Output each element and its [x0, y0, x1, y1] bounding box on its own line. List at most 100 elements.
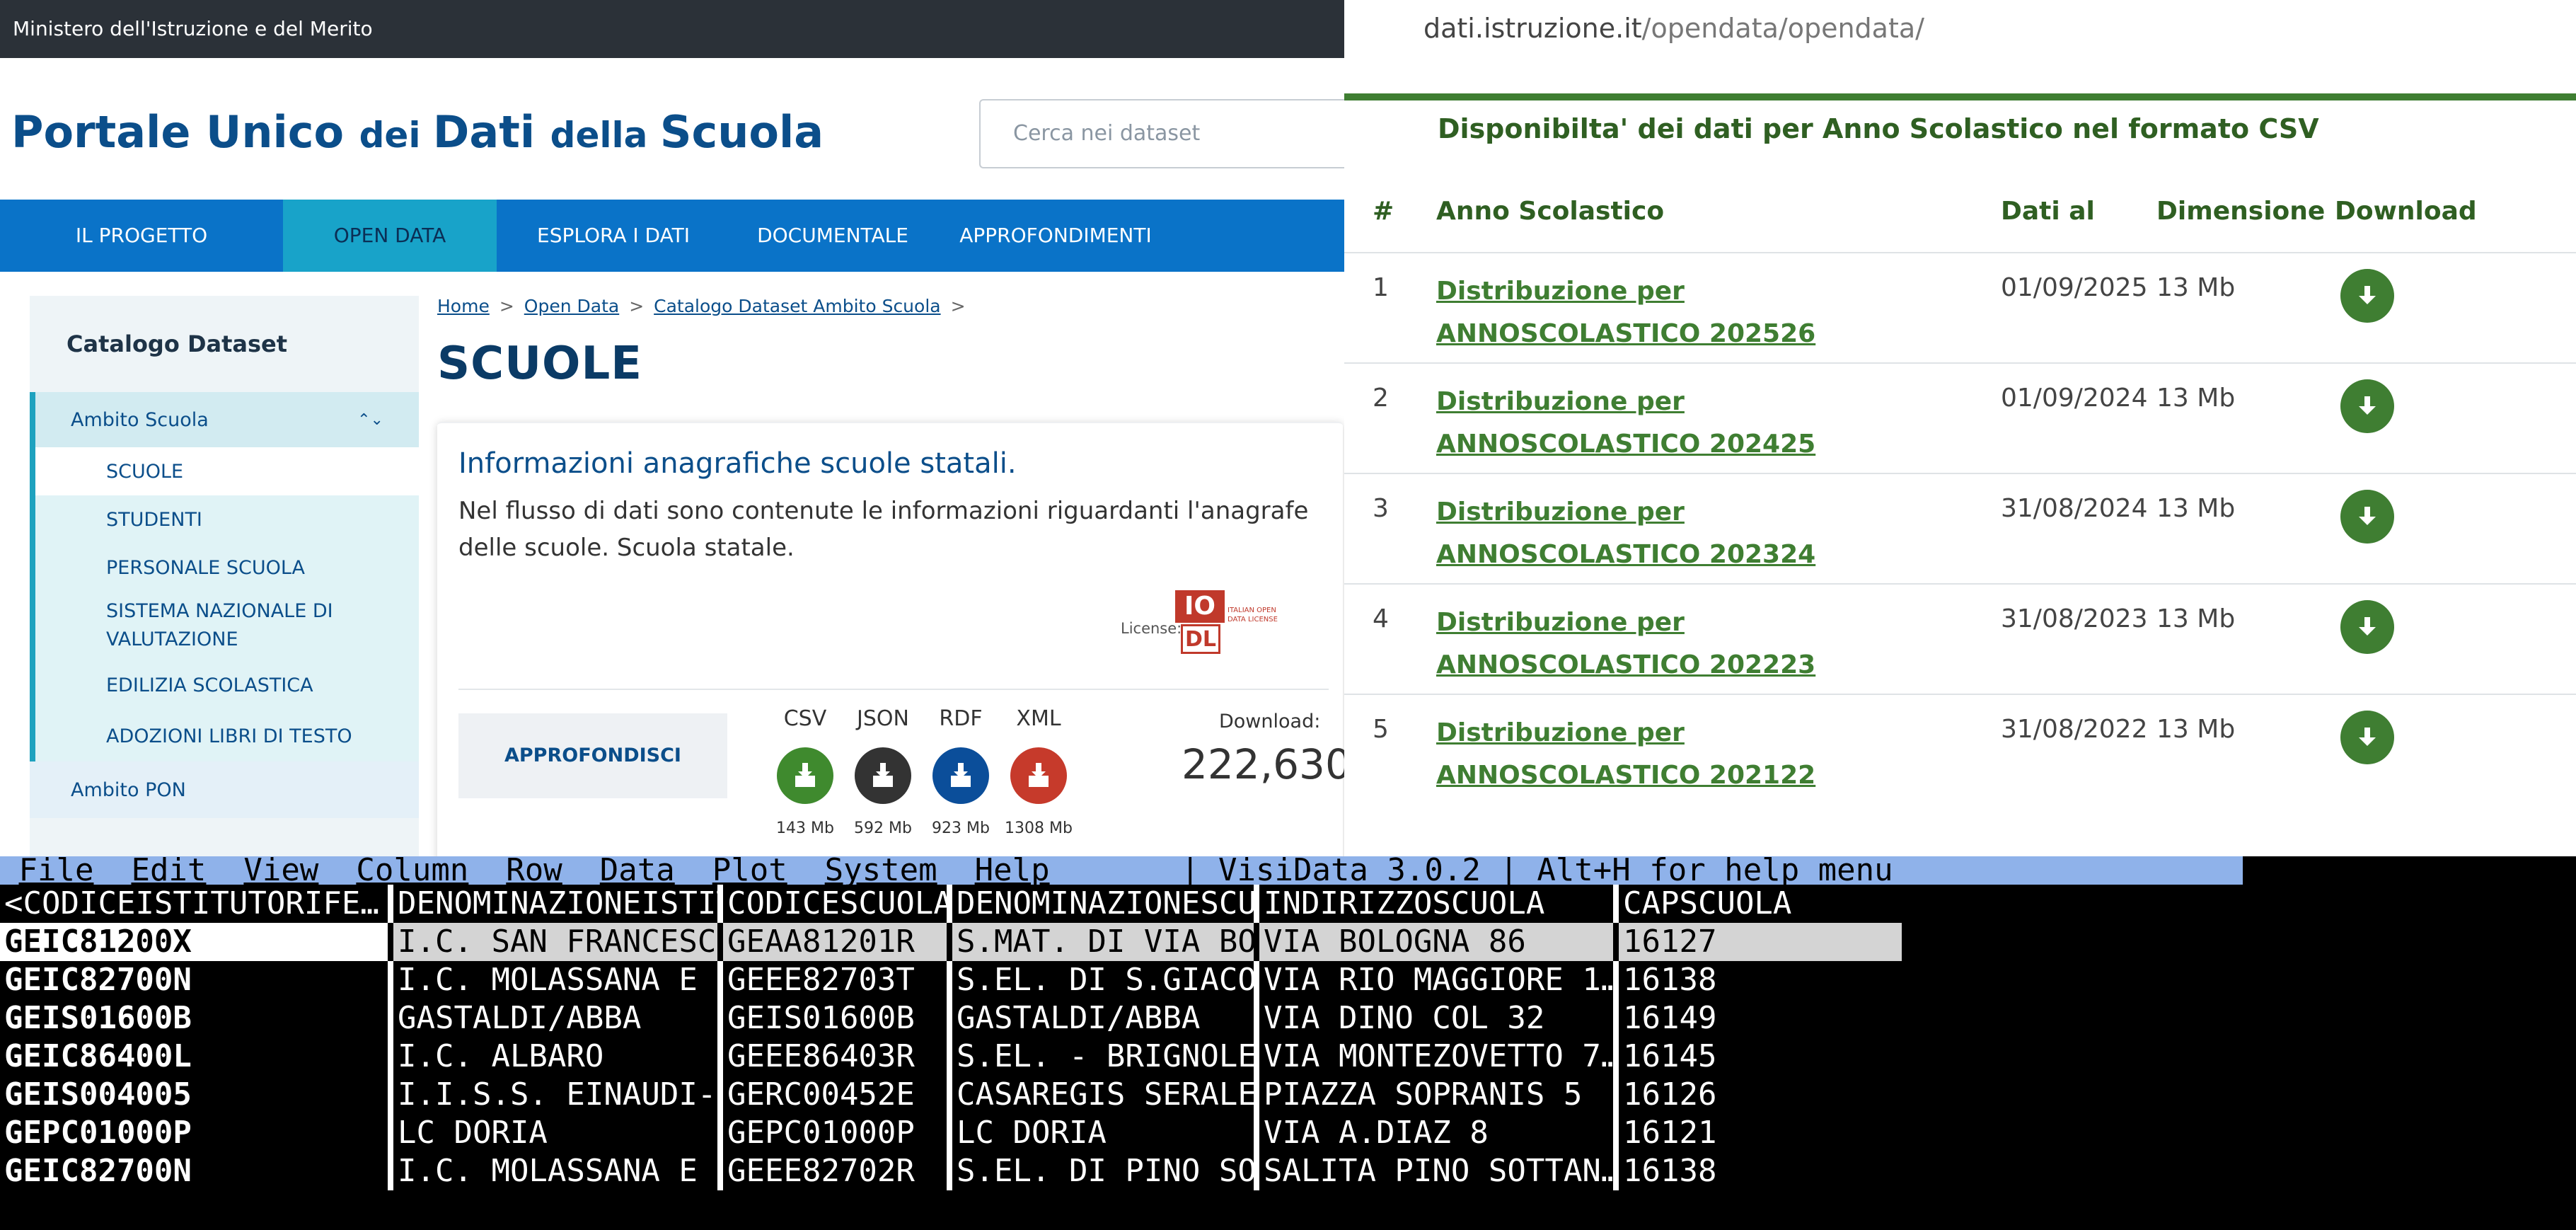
- table-row[interactable]: GEIS004005I.I.S.S. EINAUDI-C…GERC00452EC…: [0, 1076, 2576, 1114]
- table-cell[interactable]: 16127: [1619, 923, 1902, 961]
- table-cell[interactable]: GEIS01600B: [723, 999, 947, 1038]
- table-cell[interactable]: GEIC86400L: [0, 1038, 388, 1076]
- column-header[interactable]: INDIRIZZOSCUOLA: [1259, 885, 1613, 923]
- chevron-collapse-icon[interactable]: ⌃⌄: [357, 411, 383, 429]
- table-cell[interactable]: LC DORIA: [393, 1114, 717, 1152]
- portal-title[interactable]: Portale Unico dei Dati della Scuola: [11, 106, 824, 158]
- url-bar[interactable]: dati.istruzione.it/opendata/opendata/: [1423, 13, 1924, 44]
- menu-help[interactable]: Help: [975, 856, 1050, 885]
- column-header[interactable]: CODICESCUOLA: [723, 885, 947, 923]
- distribution-link[interactable]: Distribuzione per ANNOSCOLASTICO 202324: [1436, 491, 1931, 576]
- table-cell[interactable]: VIA BOLOGNA 86: [1259, 923, 1613, 961]
- table-cell[interactable]: I.C. SAN FRANCESCO…: [393, 923, 717, 961]
- table-cell[interactable]: GEIC82700N: [0, 961, 388, 999]
- column-header[interactable]: DENOMINAZIONEISTIT…: [393, 885, 717, 923]
- table-cell[interactable]: GEAA81201R: [723, 923, 947, 961]
- table-cell[interactable]: I.I.S.S. EINAUDI-C…: [393, 1076, 717, 1114]
- table-cell[interactable]: GEEE82703T: [723, 961, 947, 999]
- table-cell[interactable]: I.C. ALBARO: [393, 1038, 717, 1076]
- table-cell[interactable]: GEPC01000P: [0, 1114, 388, 1152]
- menu-edit[interactable]: Edit: [131, 856, 206, 885]
- table-cell[interactable]: GEIC82700N: [0, 1152, 388, 1190]
- table-row[interactable]: GEPC01000P LC DORIA GEPC01000P LC DORIA VIA …: [0, 1114, 2576, 1152]
- download-icon[interactable]: [2340, 490, 2394, 544]
- table-cell[interactable]: GASTALDI/ABBA: [393, 999, 717, 1038]
- table-row[interactable]: GEIS01600B GASTALDI/ABBA GEIS01600B GASTALD…: [0, 999, 2576, 1038]
- header-row[interactable]: <CODICEISTITUTORIFE…DENOMINAZIONEISTIT…C…: [0, 885, 2576, 923]
- table-cell[interactable]: GASTALDI/ABBA: [952, 999, 1254, 1038]
- table-cell[interactable]: VIA A.DIAZ 8: [1259, 1114, 1613, 1152]
- approfondisci-button[interactable]: APPROFONDISCI: [458, 713, 727, 798]
- menu-data[interactable]: Data: [600, 856, 675, 885]
- visidata-sheet[interactable]: <CODICEISTITUTORIFE…DENOMINAZIONEISTIT…C…: [0, 885, 2576, 1190]
- distribution-link[interactable]: Distribuzione per ANNOSCOLASTICO 202223: [1436, 602, 1931, 686]
- sidebar-item-scuole[interactable]: SCUOLE: [30, 447, 419, 495]
- table-cell[interactable]: 16149: [1619, 999, 1902, 1038]
- table-cell[interactable]: GERC00452E: [723, 1076, 947, 1114]
- table-cell[interactable]: GEPC01000P: [723, 1114, 947, 1152]
- table-cell[interactable]: PIAZZA SOPRANIS 5: [1259, 1076, 1613, 1114]
- search-input[interactable]: Cerca nei dataset: [979, 99, 1344, 168]
- nav-approfondimenti[interactable]: APPROFONDIMENTI: [935, 200, 1176, 272]
- nav-documentale[interactable]: DOCUMENTALE: [730, 200, 935, 272]
- table-cell[interactable]: SALITA PINO SOTTAN…: [1259, 1152, 1613, 1190]
- menu-row[interactable]: Row: [506, 856, 562, 885]
- column-header[interactable]: CAPSCUOLA: [1619, 885, 1902, 923]
- menu-view[interactable]: View: [243, 856, 318, 885]
- table-cell[interactable]: S.EL. - BRIGNOLE S…: [952, 1038, 1254, 1076]
- nav-open-data[interactable]: OPEN DATA: [283, 200, 497, 272]
- table-cell[interactable]: GEIS004005: [0, 1076, 388, 1114]
- menu-system[interactable]: System: [825, 856, 937, 885]
- table-cell[interactable]: I.C. MOLASSANA E P…: [393, 961, 717, 999]
- table-cell[interactable]: 16126: [1619, 1076, 1902, 1114]
- table-cell[interactable]: GEEE86403R: [723, 1038, 947, 1076]
- table-cell[interactable]: VIA DINO COL 32: [1259, 999, 1613, 1038]
- json-download-icon[interactable]: [855, 747, 911, 804]
- distribution-link[interactable]: Distribuzione per ANNOSCOLASTICO 202526: [1436, 270, 1931, 355]
- table-row[interactable]: GEIC82700NI.C. MOLASSANA E P…GEEE82702RS…: [0, 1152, 2576, 1190]
- nav-esplora-i-dati[interactable]: ESPLORA I DATI: [497, 200, 730, 272]
- table-row[interactable]: GEIC82700NI.C. MOLASSANA E P…GEEE82703TS…: [0, 961, 2576, 999]
- table-row[interactable]: GEIC81200XI.C. SAN FRANCESCO…GEAA81201RS…: [0, 923, 2576, 961]
- iodl-license-logo[interactable]: IO DL: [1175, 590, 1225, 657]
- table-cell[interactable]: GEEE82702R: [723, 1152, 947, 1190]
- download-icon[interactable]: [2340, 269, 2394, 323]
- csv-download-icon[interactable]: [777, 747, 833, 804]
- table-cell[interactable]: GEIC81200X: [0, 923, 388, 961]
- table-cell[interactable]: GEIS01600B: [0, 999, 388, 1038]
- sidebar-item-ambito-pon[interactable]: Ambito PON: [30, 761, 419, 818]
- menu-file[interactable]: File: [19, 856, 94, 885]
- format-rdf[interactable]: RDF 923 Mb: [922, 706, 1000, 837]
- format-json[interactable]: JSON 592 Mb: [844, 706, 922, 837]
- menu-column[interactable]: Column: [356, 856, 468, 885]
- table-cell[interactable]: I.C. MOLASSANA E P…: [393, 1152, 717, 1190]
- breadcrumb-home[interactable]: Home: [437, 296, 490, 316]
- distribution-link[interactable]: Distribuzione per ANNOSCOLASTICO 202425: [1436, 381, 1931, 466]
- table-cell[interactable]: CASAREGIS SERALE: [952, 1076, 1254, 1114]
- table-cell[interactable]: S.EL. DI PINO SOPR…: [952, 1152, 1254, 1190]
- breadcrumb-open-data[interactable]: Open Data: [524, 296, 619, 316]
- menu-plot[interactable]: Plot: [712, 856, 787, 885]
- column-header[interactable]: DENOMINAZIONESCUOLA: [952, 885, 1254, 923]
- table-cell[interactable]: 16138: [1619, 961, 1902, 999]
- table-cell[interactable]: 16138: [1619, 1152, 1902, 1190]
- download-icon[interactable]: [2340, 711, 2394, 764]
- format-csv[interactable]: CSV 143 Mb: [766, 706, 844, 837]
- table-cell[interactable]: S.EL. DI S.GIACOMO: [952, 961, 1254, 999]
- sidebar-item-edilizia[interactable]: EDILIZIA SCOLASTICA: [30, 660, 419, 711]
- table-cell[interactable]: 16121: [1619, 1114, 1902, 1152]
- breadcrumb-catalogo[interactable]: Catalogo Dataset Ambito Scuola: [654, 296, 940, 316]
- nav-il-progetto[interactable]: IL PROGETTO: [0, 200, 283, 272]
- table-cell[interactable]: LC DORIA: [952, 1114, 1254, 1152]
- sidebar-group-ambito-scuola[interactable]: Ambito Scuola ⌃⌄: [30, 392, 419, 447]
- sidebar-item-personale-scuola[interactable]: PERSONALE SCUOLA: [30, 544, 419, 592]
- format-xml[interactable]: XML 1308 Mb: [1000, 706, 1078, 837]
- column-header[interactable]: <CODICEISTITUTORIFE…: [0, 885, 388, 923]
- sidebar-item-adozioni[interactable]: ADOZIONI LIBRI DI TESTO: [30, 711, 419, 761]
- rdf-download-icon[interactable]: [932, 747, 989, 804]
- table-cell[interactable]: VIA MONTEZOVETTO 7…: [1259, 1038, 1613, 1076]
- table-cell[interactable]: S.MAT. DI VIA BOLO…: [952, 923, 1254, 961]
- sidebar-item-sistema-nazionale[interactable]: SISTEMA NAZIONALE DI VALUTAZIONE: [30, 592, 419, 660]
- sidebar-item-studenti[interactable]: STUDENTI: [30, 495, 419, 544]
- download-icon[interactable]: [2340, 379, 2394, 433]
